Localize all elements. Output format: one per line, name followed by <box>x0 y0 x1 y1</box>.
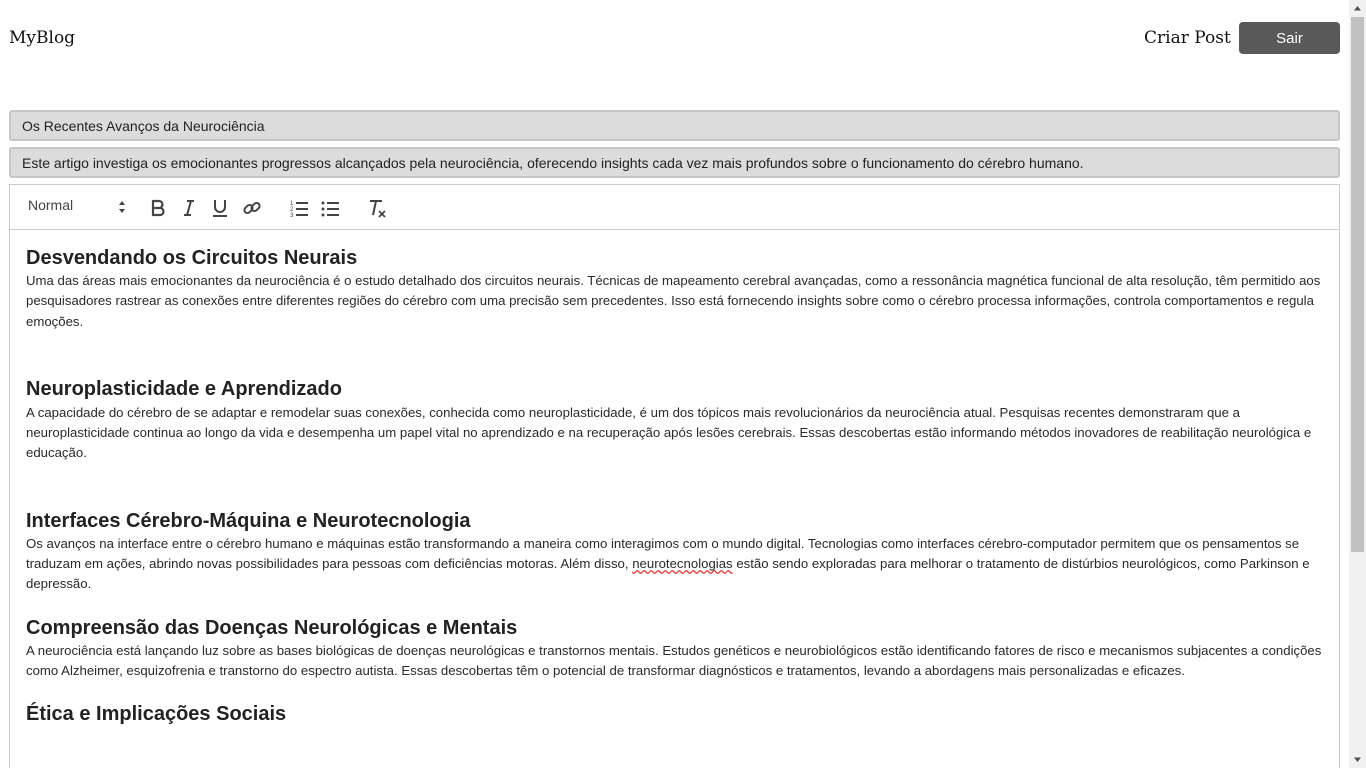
italic-icon <box>184 200 194 216</box>
section-paragraph: Uma das áreas mais emocionantes da neuro… <box>26 273 1321 329</box>
post-summary-input[interactable] <box>9 147 1340 178</box>
section-paragraph: A capacidade do cérebro de se adaptar e … <box>26 404 1312 461</box>
post-title-input[interactable] <box>9 110 1340 141</box>
rich-text-editor: Normal 1 2 3 Desvendando os Circuitos Ne… <box>9 184 1340 768</box>
select-arrows-icon <box>119 201 125 213</box>
bullet-list-icon <box>321 201 339 217</box>
scroll-up-arrow-icon[interactable] <box>1349 0 1366 17</box>
link-button[interactable] <box>241 197 263 219</box>
spellcheck-flagged-word[interactable]: neurotecnologias <box>632 556 732 571</box>
ordered-list-button[interactable]: 1 2 3 <box>288 197 310 219</box>
section-heading: Interfaces Cérebro-Máquina e Neurotecnol… <box>26 509 471 532</box>
clear-format-button[interactable] <box>366 197 388 219</box>
scroll-down-arrow-icon[interactable] <box>1349 751 1366 768</box>
section-heading: Neuroplasticidade e Aprendizado <box>26 377 342 400</box>
link-icon <box>243 201 261 215</box>
bold-icon <box>151 199 165 217</box>
format-select[interactable]: Normal <box>28 197 128 219</box>
section-paragraph: Os avanços na interface entre o cérebro … <box>26 534 1323 595</box>
bullet-list-button[interactable] <box>319 197 341 219</box>
page: MyBlog Criar Post Sair Normal <box>0 0 1349 768</box>
scrollbar-thumb[interactable] <box>1351 17 1364 552</box>
bold-button[interactable] <box>147 197 169 219</box>
editor-toolbar: Normal 1 2 3 <box>10 185 1339 230</box>
svg-text:3: 3 <box>290 213 294 219</box>
underline-icon <box>213 200 227 217</box>
section-paragraph: A neurociência está lançando luz sobre a… <box>26 642 1322 678</box>
page-scrollbar[interactable] <box>1349 0 1366 768</box>
section-heading: Compreensão das Doenças Neurológicas e M… <box>26 616 518 639</box>
section-heading: Ética e Implicações Sociais <box>26 703 287 726</box>
italic-button[interactable] <box>178 197 200 219</box>
brand-logo[interactable]: MyBlog <box>9 28 75 48</box>
format-select-value: Normal <box>28 197 74 213</box>
editor-content[interactable]: Desvendando os Circuitos Neurais Uma das… <box>10 230 1339 727</box>
logout-button[interactable]: Sair <box>1239 22 1340 54</box>
section-heading: Desvendando os Circuitos Neurais <box>26 247 358 269</box>
ordered-list-icon: 1 2 3 <box>290 201 308 219</box>
create-post-link[interactable]: Criar Post <box>1144 28 1231 48</box>
clear-format-icon <box>370 200 386 218</box>
underline-button[interactable] <box>209 197 231 219</box>
